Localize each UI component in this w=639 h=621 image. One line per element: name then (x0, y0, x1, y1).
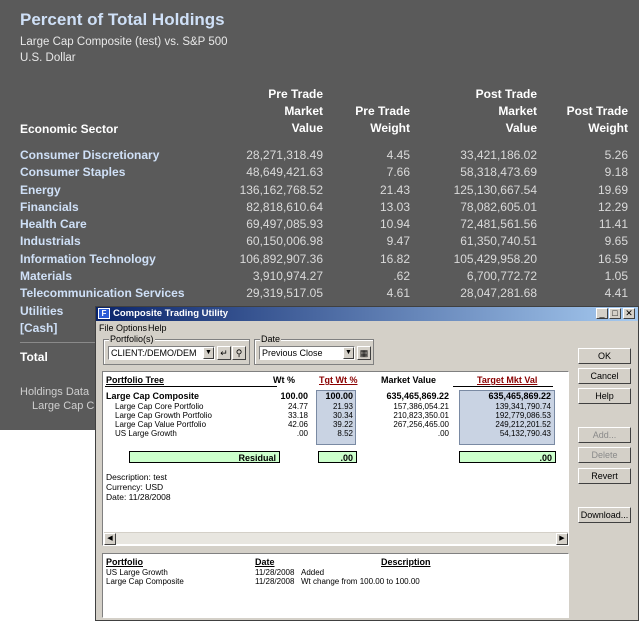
search-icon[interactable]: ⚲ (232, 346, 246, 360)
table-row: Telecommunication Services 29,319,517.05… (20, 286, 628, 301)
sector-name[interactable]: Materials (20, 269, 72, 283)
table-row: Industrials 60,150,006.98 9.47 61,350,74… (20, 234, 628, 249)
table-row: Information Technology 106,892,907.36 16… (20, 251, 628, 266)
sector-name[interactable]: Consumer Discretionary (20, 148, 159, 162)
sector-name[interactable]: Utilities (20, 304, 63, 318)
report-title: Percent of Total Holdings (20, 10, 225, 29)
date-group: Date Previous Close ▼ ▦ (254, 334, 374, 365)
tree-row[interactable]: US Large Growth .00 8.52 .00 54,132,790.… (103, 429, 568, 438)
ok-button[interactable]: OK (578, 348, 631, 364)
tree-row[interactable]: Large Cap Value Portfolio 42.06 39.22 26… (103, 420, 568, 429)
revert-button[interactable]: Revert (578, 468, 631, 484)
enter-arrow-icon[interactable]: ↵ (217, 346, 231, 360)
maximize-button[interactable]: □ (609, 308, 621, 319)
title-bar[interactable]: F Composite Trading Utility _ □ ✕ (96, 307, 638, 321)
sector-name[interactable]: Consumer Staples (20, 165, 125, 179)
column-description[interactable]: Description (381, 557, 431, 567)
horizontal-scrollbar[interactable]: ◀ ▶ (104, 532, 568, 545)
portfolio-currency: Currency: USD (106, 482, 164, 492)
menu-options[interactable]: Options (116, 323, 147, 333)
holdings-data-note: Holdings Data (20, 386, 90, 398)
column-market-value[interactable]: Market Value (381, 375, 436, 385)
app-icon: F (98, 308, 110, 319)
residual-label: Residual (238, 453, 276, 463)
portfolio-date: Date: 11/28/2008 (106, 492, 171, 502)
header-post-trade-market-value: Post Trade Market Value (475, 87, 537, 135)
chevron-down-icon[interactable]: ▼ (203, 347, 214, 359)
scroll-left-icon[interactable]: ◀ (104, 533, 116, 545)
sector-name[interactable]: Telecommunication Services (20, 286, 185, 300)
tree-row[interactable]: Large Cap Growth Portfolio 33.18 30.34 2… (103, 411, 568, 420)
add-button[interactable]: Add... (578, 427, 631, 443)
tree-row[interactable]: Large Cap Composite 100.00 100.00 635,46… (103, 392, 568, 401)
total-label: Total (20, 350, 48, 364)
tree-row[interactable]: Large Cap Core Portfolio 24.77 21.93 157… (103, 402, 568, 411)
table-row: Materials 3,910,974.27 .62 6,700,772.72 … (20, 269, 628, 284)
portfolio-description: Description: test (106, 472, 167, 482)
menu-file[interactable]: File (99, 323, 114, 333)
column-portfolio[interactable]: Portfolio (106, 557, 143, 567)
date-select[interactable]: Previous Close ▼ (259, 346, 355, 360)
menu-help[interactable]: Help (148, 323, 167, 333)
table-row: Energy 136,162,768.52 21.43 125,130,667.… (20, 182, 628, 197)
log-row[interactable]: Large Cap Composite 11/28/2008 Wt change… (103, 577, 568, 586)
log-row[interactable]: US Large Growth 11/28/2008 Added (103, 568, 568, 577)
sector-name[interactable]: Information Technology (20, 252, 156, 266)
delete-button[interactable]: Delete (578, 447, 631, 463)
close-button[interactable]: ✕ (623, 308, 635, 319)
portfolios-group-label: Portfolio(s) (109, 334, 155, 344)
sector-name[interactable]: Industrials (20, 234, 81, 248)
window-title: Composite Trading Utility (113, 308, 229, 319)
change-log-panel: Portfolio Date Description US Large Grow… (102, 553, 569, 618)
report-currency: U.S. Dollar (20, 52, 76, 64)
date-group-label: Date (260, 334, 282, 344)
chevron-down-icon[interactable]: ▼ (343, 347, 354, 359)
portfolio-tree-panel: Portfolio Tree Wt % Tgt Wt % Market Valu… (102, 371, 569, 546)
table-row: Financials 82,818,610.64 13.03 78,082,60… (20, 199, 628, 214)
composite-trading-utility-window: F Composite Trading Utility _ □ ✕ File O… (95, 306, 639, 621)
portfolio-select[interactable]: CLIENT:/DEMO/DEM ▼ (108, 346, 215, 360)
residual-target-market-value: .00 (459, 451, 556, 463)
sector-name[interactable]: [Cash] (20, 321, 57, 335)
download-button[interactable]: Download... (578, 507, 631, 523)
sector-name[interactable]: Financials (20, 200, 79, 214)
column-portfolio-tree[interactable]: Portfolio Tree (106, 375, 164, 385)
help-button[interactable]: Help (578, 388, 631, 404)
portfolios-group: Portfolio(s) CLIENT:/DEMO/DEM ▼ ↵ ⚲ (103, 334, 250, 365)
calendar-icon[interactable]: ▦ (357, 346, 371, 360)
minimize-button[interactable]: _ (596, 308, 608, 319)
sector-name[interactable]: Health Care (20, 217, 87, 231)
column-target-mkt-val[interactable]: Target Mkt Val (477, 375, 537, 385)
table-row: Consumer Staples 48,649,421.63 7.66 58,3… (20, 165, 628, 180)
column-wt-pct[interactable]: Wt % (273, 375, 295, 385)
residual-target-weight: .00 (318, 451, 357, 463)
column-date[interactable]: Date (255, 557, 275, 567)
menu-bar: File Options Help (96, 322, 638, 334)
header-pre-trade-market-value: Pre Trade Market Value (268, 87, 323, 135)
holdings-data-sub-note: Large Cap C (32, 400, 95, 412)
report-subtitle: Large Cap Composite (test) vs. S&P 500 (20, 36, 228, 48)
table-row: Health Care 69,497,085.93 10.94 72,481,5… (20, 217, 628, 232)
scroll-right-icon[interactable]: ▶ (556, 533, 568, 545)
column-tgt-wt-pct[interactable]: Tgt Wt % (319, 375, 358, 385)
table-row: Consumer Discretionary 28,271,318.49 4.4… (20, 148, 628, 162)
residual-box: Residual (129, 451, 280, 463)
cancel-button[interactable]: Cancel (578, 368, 631, 384)
sector-name[interactable]: Energy (20, 183, 61, 197)
